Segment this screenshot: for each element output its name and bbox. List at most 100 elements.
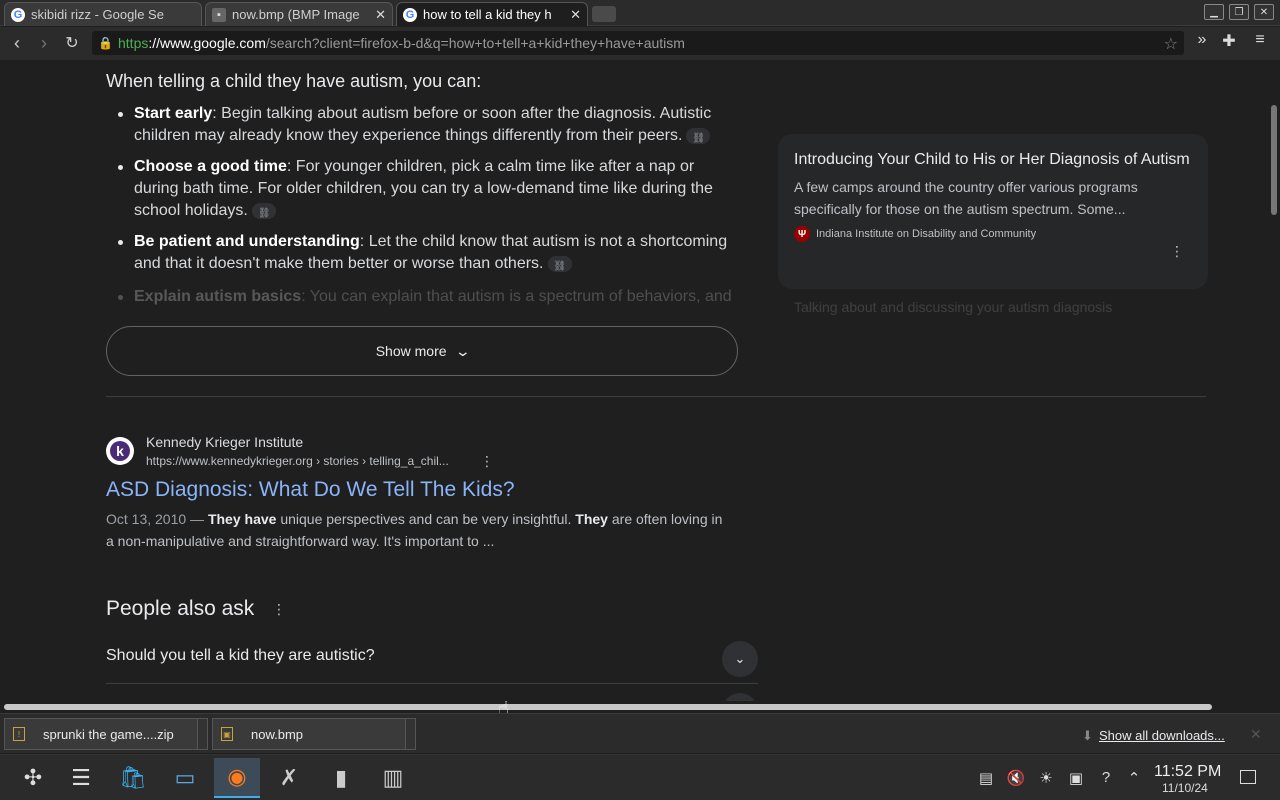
google-icon: G: [403, 7, 417, 22]
card-source-name: Indiana Institute on Disability and Comm…: [816, 228, 1037, 240]
close-icon[interactable]: ✕: [570, 7, 581, 23]
show-more-button[interactable]: Show more ⌄: [106, 326, 738, 376]
download-filename: sprunki the game....zip: [43, 726, 174, 742]
bullet-text: : You can explain that autism is a spect…: [301, 288, 732, 305]
download-menu-arrow[interactable]: [197, 719, 207, 749]
more-vert-icon[interactable]: ⋮: [480, 453, 494, 470]
url-path: /search?client=firefox-b-d&q=how+to+tell…: [265, 35, 685, 51]
show-desktop-icon[interactable]: [1240, 770, 1256, 784]
google-icon: G: [11, 7, 25, 22]
image-icon: ▪: [212, 7, 226, 22]
more-vert-icon[interactable]: ⋮: [1170, 244, 1184, 258]
overview-list: Start early: Begin talking about autism …: [118, 103, 734, 284]
link-icon[interactable]: [251, 202, 276, 225]
url-scheme: https: [118, 35, 149, 51]
firefox-icon[interactable]: ◉: [214, 758, 260, 798]
faded-card-text: Talking about and discussing your autism…: [794, 299, 1113, 315]
taskbar: ✣ ☰ 🛍 ▭ ◉ ✗ ▮ ▥ ▤ 🔇 ☀ ▣ ? ⌃ 11:52 PM 11/…: [0, 754, 1280, 800]
xournal-icon[interactable]: ✗: [266, 758, 312, 798]
image-file-icon: ▣: [221, 727, 233, 741]
link-icon[interactable]: [686, 127, 711, 150]
clock-time[interactable]: 11:52 PM: [1154, 763, 1221, 781]
divider: [106, 683, 758, 684]
download-menu-arrow[interactable]: [405, 719, 415, 749]
chevron-down-icon: ⌄: [454, 342, 471, 359]
download-filename: now.bmp: [251, 726, 304, 742]
forward-button[interactable]: ›: [33, 32, 55, 54]
source-card[interactable]: Introducing Your Child to His or Her Dia…: [778, 134, 1208, 289]
tab-label: skibidi rizz - Google Se: [31, 7, 164, 22]
app-launcher-icon[interactable]: ✣: [10, 758, 56, 798]
clock-date[interactable]: 11/10/24: [1162, 781, 1208, 795]
overview-intro: When telling a child they have autism, y…: [106, 71, 482, 91]
list-item: Choose a good time: For younger children…: [118, 156, 734, 225]
close-icon[interactable]: ✕: [375, 7, 386, 23]
back-button[interactable]: ‹: [6, 32, 28, 54]
brightness-icon[interactable]: ☀: [1036, 769, 1056, 787]
chevron-down-icon[interactable]: [722, 693, 758, 701]
snippet-bold: They have: [207, 511, 277, 527]
tab-strip: G skibidi rizz - Google Se ▪ now.bmp (BM…: [0, 0, 1280, 26]
help-icon[interactable]: ?: [1096, 769, 1116, 786]
download-item[interactable]: ! sprunki the game....zip: [4, 718, 208, 750]
bullet-term: Choose a good time: [134, 158, 287, 175]
link-icon[interactable]: [547, 255, 572, 278]
clipboard-icon[interactable]: ▤: [976, 769, 996, 787]
show-more-label: Show more: [375, 343, 447, 359]
store-icon[interactable]: 🛍: [110, 758, 156, 798]
reload-button[interactable]: ↻: [61, 32, 83, 54]
tab-how-to-tell[interactable]: G how to tell a kid they h ✕: [396, 2, 588, 26]
card-title: Introducing Your Child to His or Her Dia…: [794, 151, 1190, 168]
snippet-bold: They: [575, 511, 608, 527]
tab-skibidi[interactable]: G skibidi rizz - Google Se: [4, 2, 202, 26]
more-vert-icon[interactable]: ⋮: [272, 601, 286, 618]
new-tab-button[interactable]: [592, 6, 616, 22]
restore-button[interactable]: ❐: [1229, 4, 1249, 20]
overflow-chevron-icon[interactable]: »: [1190, 31, 1214, 49]
lock-icon: 🔒: [98, 36, 113, 50]
scrollbar-thumb[interactable]: [1271, 105, 1277, 215]
paa-question[interactable]: Should you tell a kid they are autistic?: [106, 647, 375, 665]
faded-list-item: Explain autism basics: You can explain t…: [134, 286, 734, 308]
result-site-name[interactable]: Kennedy Krieger Institute: [146, 434, 303, 450]
extensions-puzzle-icon[interactable]: ✚: [1217, 31, 1241, 51]
volume-muted-icon[interactable]: 🔇: [1006, 769, 1026, 787]
tab-label: now.bmp (BMP Image: [232, 7, 360, 22]
card-snippet: A few camps around the country offer var…: [794, 179, 1138, 217]
card-source: Ψ Indiana Institute on Disability and Co…: [794, 226, 1192, 242]
url-host: ://www.google.com: [148, 35, 266, 51]
close-icon[interactable]: ✕: [1250, 726, 1262, 743]
menu-icon[interactable]: ≡: [1248, 31, 1272, 49]
result-snippet: Oct 13, 2010 — They have unique perspect…: [106, 508, 726, 552]
terminal-icon[interactable]: ▮: [318, 758, 364, 798]
chevron-up-icon[interactable]: ⌃: [1124, 769, 1144, 787]
close-window-button[interactable]: ✕: [1254, 4, 1274, 20]
scrollbar-thumb[interactable]: [4, 704, 1212, 710]
archive-file-icon: !: [13, 727, 25, 741]
download-item[interactable]: ▣ now.bmp: [212, 718, 416, 750]
bookmark-star-icon[interactable]: ☆: [1164, 34, 1178, 54]
address-bar[interactable]: 🔒 https://www.google.com/search?client=f…: [92, 31, 1184, 55]
minimize-button[interactable]: ▁: [1204, 4, 1224, 20]
tab-now-bmp[interactable]: ▪ now.bmp (BMP Image ✕: [205, 2, 393, 26]
list-item: Be patient and understanding: Let the ch…: [118, 231, 734, 278]
horizontal-scrollbar[interactable]: [0, 701, 1268, 713]
list-item: Start early: Begin talking about autism …: [118, 103, 734, 150]
iu-logo-icon: Ψ: [794, 226, 810, 242]
file-manager-icon[interactable]: ▭: [162, 758, 208, 798]
disk-icon[interactable]: ▣: [1066, 769, 1086, 787]
archive-manager-icon[interactable]: ▥: [370, 758, 416, 798]
snippet-text: unique perspectives and can be very insi…: [276, 511, 576, 527]
download-arrow-icon: ⬇: [1082, 728, 1093, 743]
people-also-ask-title: People also ask: [106, 597, 255, 620]
bullet-text: : Begin talking about autism before or s…: [134, 105, 712, 144]
divider: [106, 396, 1206, 397]
downloads-bar: ! sprunki the game....zip ▣ now.bmp ⬇ Sh…: [0, 713, 1280, 753]
result-url[interactable]: https://www.kennedykrieger.org › stories…: [146, 454, 449, 468]
page-content: When telling a child they have autism, y…: [0, 61, 1268, 701]
show-all-downloads-link[interactable]: Show all downloads...: [1099, 728, 1225, 743]
vertical-scrollbar[interactable]: [1268, 61, 1280, 701]
chevron-down-icon[interactable]: ⌄: [722, 641, 758, 677]
result-title-link[interactable]: ASD Diagnosis: What Do We Tell The Kids?: [106, 478, 515, 502]
settings-icon[interactable]: ☰: [58, 758, 104, 798]
